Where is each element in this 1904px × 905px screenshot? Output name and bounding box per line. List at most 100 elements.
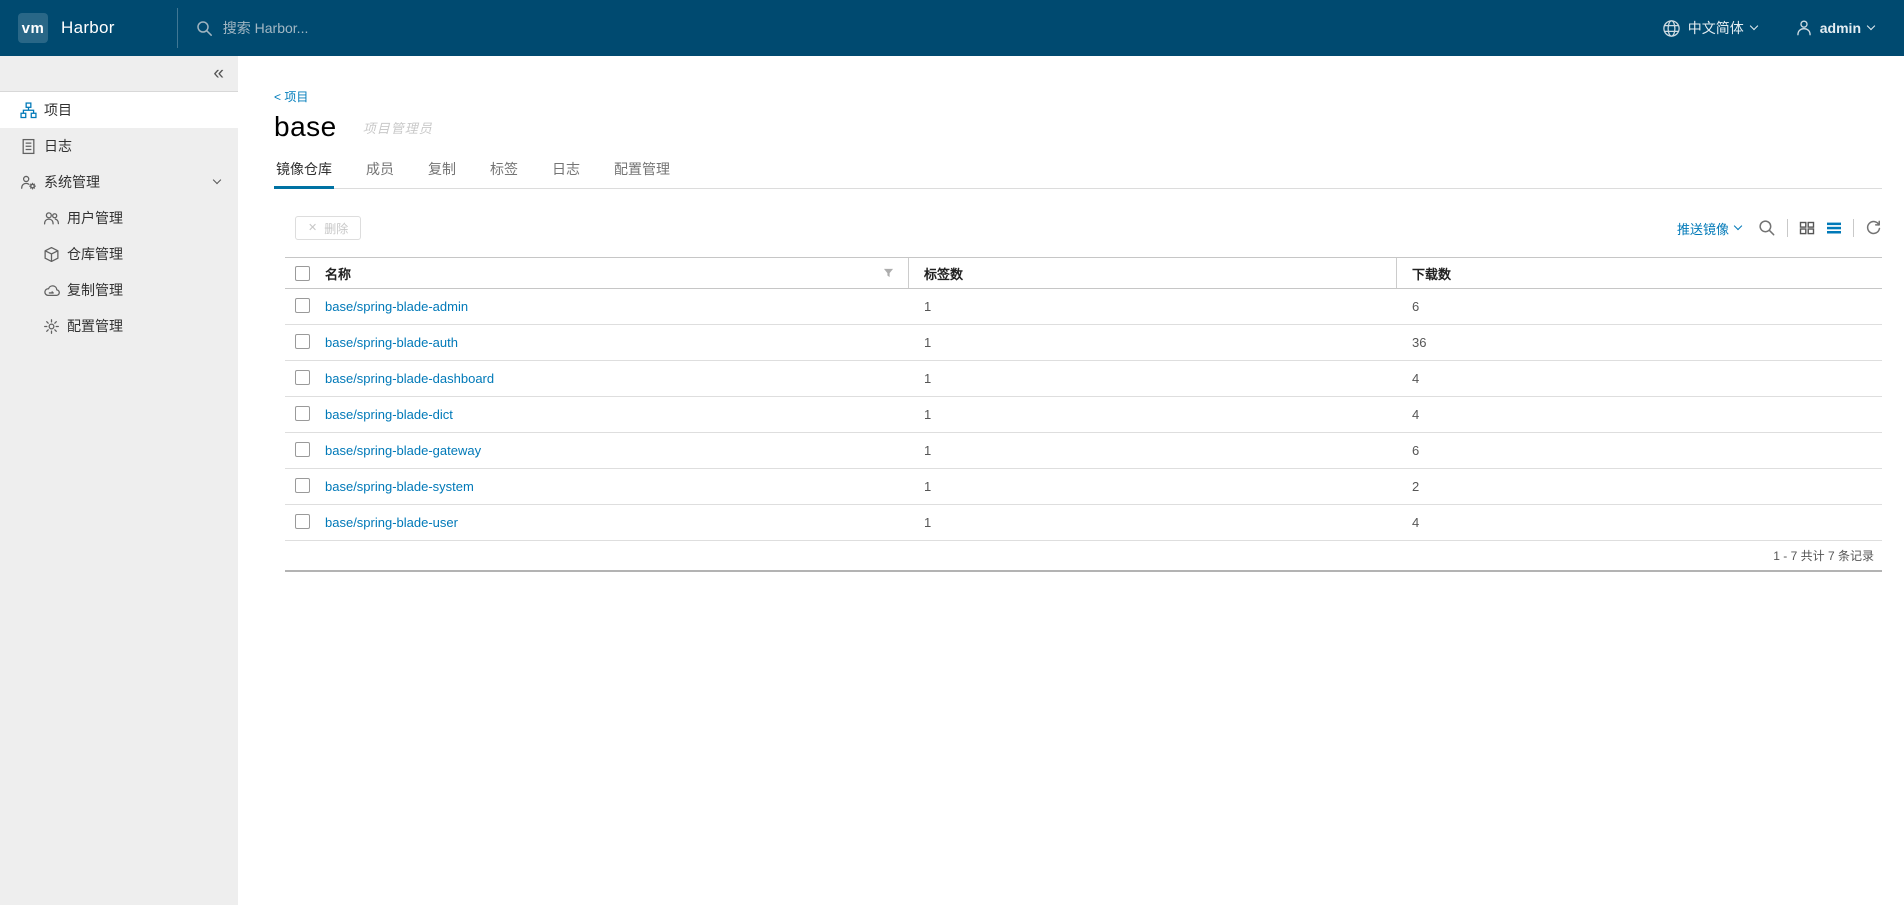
row-checkbox[interactable] (295, 441, 310, 457)
repositories-table: 名称 标签数 下载数 base/spring-blade-admin 1 6 base… (285, 257, 1882, 572)
refresh-icon[interactable] (1865, 220, 1882, 237)
delete-button-label: 删除 (324, 221, 349, 236)
table-row: base/spring-blade-admin 1 6 (285, 289, 1882, 325)
column-header-downloads[interactable]: 下载数 (1397, 258, 1882, 288)
chevron-down-icon (1733, 221, 1743, 231)
toolbar-separator (1853, 219, 1854, 237)
sidebar-item-label: 项目 (44, 102, 72, 118)
push-image-dropdown[interactable]: 推送镜像 (1676, 219, 1743, 238)
delete-button[interactable]: ✕ 删除 (295, 216, 362, 240)
sidebar-item[interactable]: 项目 (0, 92, 238, 128)
tab[interactable]: 标签 (488, 159, 520, 188)
list-view-icon[interactable] (1826, 220, 1842, 236)
download-count: 36 (1412, 335, 1427, 350)
row-checkbox[interactable] (295, 333, 310, 349)
sidebar-item-label: 用户管理 (67, 210, 123, 226)
row-checkbox[interactable] (295, 297, 310, 313)
table-row: base/spring-blade-auth 1 36 (285, 325, 1882, 361)
sidebar-subitem[interactable]: 仓库管理 (0, 236, 238, 272)
projects-icon (20, 101, 37, 119)
sidebar-subitem[interactable]: 用户管理 (0, 200, 238, 236)
row-checkbox[interactable] (295, 369, 310, 385)
tag-count: 1 (924, 515, 932, 530)
system-admin-icon (20, 174, 37, 191)
app-title[interactable]: Harbor (61, 18, 115, 38)
tag-count: 1 (924, 479, 932, 494)
sidebar-collapse-row: « (0, 56, 238, 92)
user-icon (1795, 19, 1813, 37)
tag-count: 1 (924, 443, 932, 458)
app-header: vm Harbor 中文简体 admin (0, 0, 1904, 56)
table-row: base/spring-blade-user 1 4 (285, 505, 1882, 541)
row-checkbox[interactable] (295, 405, 310, 421)
tab[interactable]: 配置管理 (612, 159, 672, 188)
repo-link[interactable]: base/spring-blade-dict (325, 407, 453, 422)
tab[interactable]: 复制 (426, 159, 458, 188)
vmware-logo[interactable]: vm (18, 13, 48, 43)
sidebar-item[interactable]: 日志 (0, 128, 238, 164)
tab[interactable]: 镜像仓库 (274, 159, 334, 189)
search-icon (196, 20, 213, 37)
repo-link[interactable]: base/spring-blade-user (325, 515, 458, 530)
repo-link[interactable]: base/spring-blade-gateway (325, 443, 481, 458)
push-image-label: 推送镜像 (1676, 221, 1729, 237)
repo-toolbar: ✕ 删除 推送镜像 (285, 216, 1882, 240)
toolbar-separator (1787, 219, 1788, 237)
column-header-name[interactable]: 名称 (325, 264, 351, 283)
table-row: base/spring-blade-system 1 2 (285, 469, 1882, 505)
repo-link[interactable]: base/spring-blade-dashboard (325, 371, 494, 386)
global-search (196, 19, 1662, 37)
chevron-down-icon (1749, 21, 1759, 31)
download-count: 4 (1412, 515, 1420, 530)
row-checkbox[interactable] (295, 477, 310, 493)
download-count: 4 (1412, 371, 1420, 386)
sidebar-item-label: 日志 (44, 138, 72, 154)
repo-search-icon[interactable] (1758, 219, 1776, 237)
sidebar-subitem[interactable]: 配置管理 (0, 308, 238, 344)
role-label: 项目管理员 (362, 120, 433, 136)
repo-link[interactable]: base/spring-blade-admin (325, 299, 468, 314)
collapse-sidebar-icon[interactable]: « (213, 64, 224, 83)
download-count: 6 (1412, 299, 1420, 314)
repo-link[interactable]: base/spring-blade-system (325, 479, 474, 494)
pagination-summary: 1 - 7 共计 7 条记录 (285, 541, 1882, 572)
repo-link[interactable]: base/spring-blade-auth (325, 335, 458, 350)
user-menu[interactable]: admin (1795, 19, 1876, 37)
sidebar-item-label: 配置管理 (67, 318, 123, 334)
sidebar-item-label: 复制管理 (67, 282, 123, 298)
tag-count: 1 (924, 407, 932, 422)
sidebar-item[interactable]: 系统管理 (0, 164, 238, 200)
close-icon: ✕ (308, 221, 318, 234)
select-all-checkbox[interactable] (295, 265, 310, 281)
table-header-row: 名称 标签数 下载数 (285, 258, 1882, 289)
sidebar: « 项目日志系统管理用户管理仓库管理复制管理配置管理 (0, 56, 238, 905)
tag-count: 1 (924, 299, 932, 314)
language-label: 中文简体 (1687, 20, 1744, 36)
table-row: base/spring-blade-gateway 1 6 (285, 433, 1882, 469)
sidebar-item-label: 系统管理 (44, 174, 100, 190)
download-count: 2 (1412, 479, 1420, 494)
filter-icon[interactable] (883, 268, 894, 278)
table-row: base/spring-blade-dict 1 4 (285, 397, 1882, 433)
breadcrumb[interactable]: < 项目 (274, 88, 308, 105)
download-count: 4 (1412, 407, 1420, 422)
language-selector[interactable]: 中文简体 (1662, 18, 1759, 38)
chevron-down-icon (1866, 21, 1876, 31)
column-header-tags[interactable]: 标签数 (909, 258, 1397, 288)
replication-icon (43, 282, 60, 299)
row-checkbox[interactable] (295, 513, 310, 529)
registry-icon (43, 246, 60, 263)
config-icon (43, 318, 60, 335)
tag-count: 1 (924, 335, 932, 350)
global-search-input[interactable] (220, 19, 641, 37)
tab[interactable]: 日志 (550, 159, 582, 188)
download-count: 6 (1412, 443, 1420, 458)
card-view-icon[interactable] (1799, 220, 1815, 236)
tab-bar: 镜像仓库 成员 复制 标签 日志 配置管理 (274, 159, 1882, 189)
user-label: admin (1819, 20, 1861, 36)
table-row: base/spring-blade-dashboard 1 4 (285, 361, 1882, 397)
tab[interactable]: 成员 (364, 159, 396, 188)
sidebar-subitem[interactable]: 复制管理 (0, 272, 238, 308)
tag-count: 1 (924, 371, 932, 386)
chevron-down-icon (212, 175, 222, 185)
